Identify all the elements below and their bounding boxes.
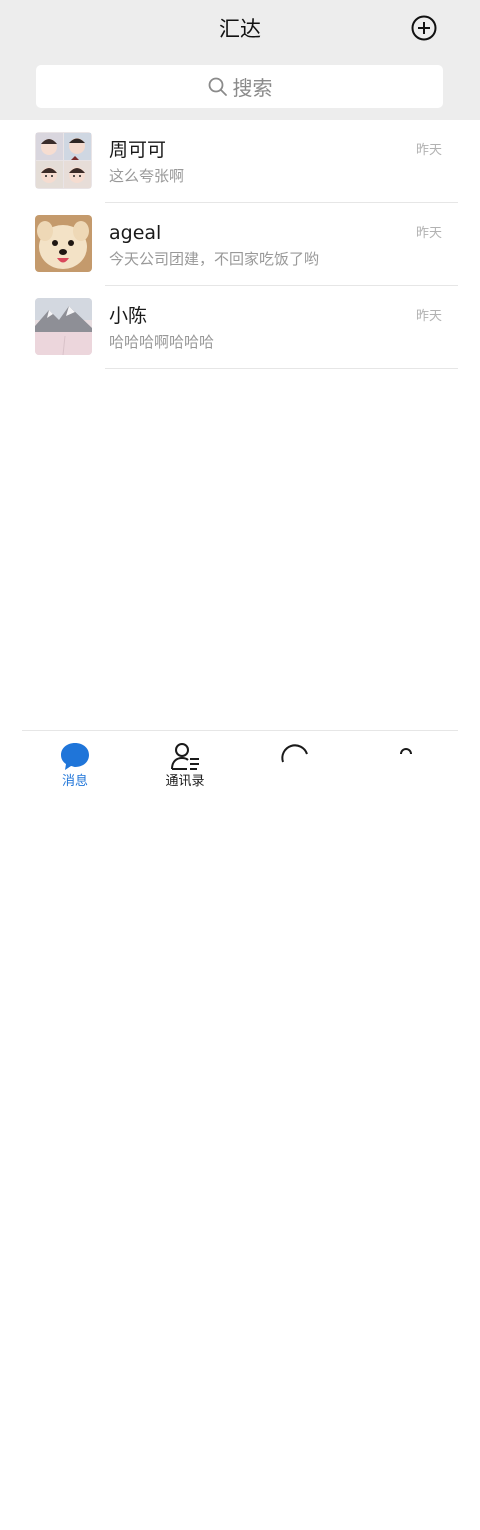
tab-bar-divider	[22, 730, 458, 731]
message-preview: 今天公司团建，不回家吃饭了哟	[109, 250, 320, 268]
tab-label: 消息	[61, 774, 88, 789]
tab-contacts[interactable]: 通讯录	[135, 740, 235, 798]
message-preview: 哈哈哈啊哈哈哈	[109, 333, 215, 351]
tab-messages[interactable]: 消息	[25, 740, 125, 798]
avatar	[35, 132, 92, 189]
message-preview: 这么夸张啊	[109, 167, 185, 185]
conversation-list: 周可可 这么夸张啊 昨天 ageal 今天公司团建，不回家吃饭了哟 昨天 小陈 …	[0, 120, 480, 369]
contacts-icon	[171, 743, 199, 770]
search-placeholder: 搜索	[232, 76, 273, 100]
search-icon	[208, 77, 227, 96]
message-time: 昨天	[415, 309, 442, 324]
fade-overlay	[260, 1460, 480, 1530]
search-bar[interactable]: 搜索	[36, 65, 443, 108]
conversation-item[interactable]: 周可可 这么夸张啊 昨天	[0, 120, 480, 203]
person-icon	[400, 748, 412, 755]
contact-name: 小陈	[109, 305, 148, 327]
tab-label: 通讯录	[165, 774, 205, 789]
message-time: 昨天	[415, 226, 442, 241]
bottom-tab-bar: 消息 通讯录	[0, 730, 480, 1530]
plus-circle-icon	[411, 15, 437, 41]
contact-name: 周可可	[109, 139, 167, 161]
tab-discover[interactable]	[245, 740, 345, 798]
chat-bubble-icon	[61, 743, 89, 770]
circle-icon	[281, 744, 308, 763]
conversation-item[interactable]: ageal 今天公司团建，不回家吃饭了哟 昨天	[0, 203, 480, 286]
message-time: 昨天	[415, 143, 442, 158]
divider	[105, 368, 458, 369]
page-title: 汇达	[219, 17, 261, 41]
add-button[interactable]	[410, 14, 438, 42]
avatar	[35, 215, 92, 272]
conversation-item[interactable]: 小陈 哈哈哈啊哈哈哈 昨天	[0, 286, 480, 369]
avatar	[35, 298, 92, 355]
tab-profile[interactable]	[355, 740, 455, 798]
contact-name: ageal	[109, 222, 162, 244]
